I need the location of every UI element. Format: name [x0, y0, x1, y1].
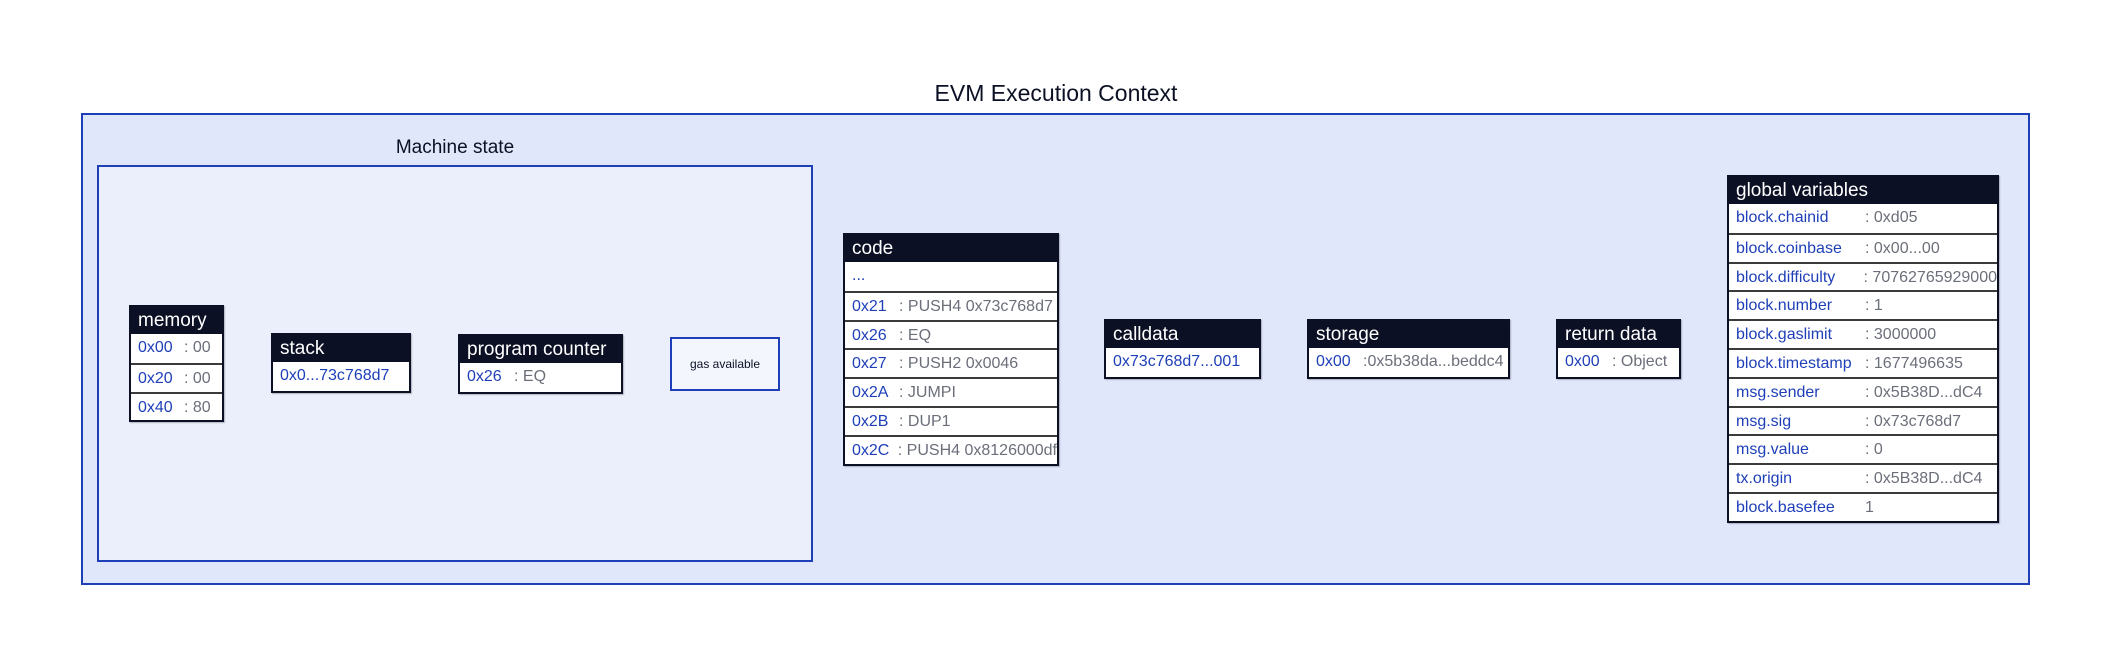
global-variable-row: block.number : 1 [1729, 290, 1997, 319]
global-variable-value: : 3000000 [1865, 326, 1937, 344]
storage-row: 0x00 :0x5b38da...beddc4 [1309, 348, 1508, 377]
code-row: 0x2C : PUSH4 0x8126000df [845, 434, 1057, 464]
program-counter-key: 0x26 [467, 368, 502, 385]
global-variable-row: block.difficulty : 70762765929000 [1729, 261, 1997, 291]
memory-value: : 00 [184, 339, 211, 356]
global-variable-key: block.difficulty [1736, 268, 1836, 286]
diagram-title: EVM Execution Context [934, 80, 1178, 106]
code-key: ... [852, 267, 866, 284]
code-value: : PUSH2 0x0046 [899, 355, 1019, 373]
gas-available-node: gas available [670, 337, 780, 391]
return-data-value: : Object [1612, 353, 1668, 370]
global-variable-key: msg.value [1736, 441, 1809, 459]
global-variable-value: : 0x5B38D...dC4 [1865, 470, 1983, 488]
program-counter-table: program counter 0x26 : EQ [458, 334, 623, 394]
return-data-table: return data 0x00 : Object [1556, 319, 1681, 379]
code-key: 0x2A [852, 384, 889, 402]
global-variable-value: : 0x5B38D...dC4 [1865, 383, 1983, 401]
calldata-row: 0x73c768d7...001 [1106, 348, 1259, 377]
program-counter-header: program counter [460, 336, 621, 363]
global-variables-header: global variables [1729, 177, 1997, 204]
code-value: : PUSH4 0x73c768d7 [899, 297, 1053, 315]
program-counter-value: : EQ [514, 368, 547, 385]
code-row: 0x26 : EQ [845, 319, 1057, 349]
code-key: 0x2C [852, 441, 890, 459]
global-variable-key: block.coinbase [1736, 239, 1842, 257]
return-data-header: return data [1558, 321, 1679, 348]
storage-value: :0x5b38da...beddc4 [1363, 353, 1504, 370]
return-data-row: 0x00 : Object [1558, 348, 1679, 377]
return-data-key: 0x00 [1565, 353, 1600, 370]
storage-header: storage [1309, 321, 1508, 348]
stack-table: stack 0x0...73c768d7 [271, 333, 411, 393]
global-variable-key: block.timestamp [1736, 354, 1852, 372]
global-variable-value: 1 [1865, 498, 1874, 516]
memory-key: 0x40 [138, 398, 173, 416]
code-row: 0x21 : PUSH4 0x73c768d7 [845, 290, 1057, 320]
machine-state-title: Machine state [395, 137, 515, 158]
memory-row: 0x00 : 00 [131, 334, 222, 363]
global-variable-row: block.basefee 1 [1729, 491, 1997, 521]
code-table: code ... 0x21 : PUSH4 0x73c768d7 0x26 : … [843, 233, 1059, 466]
global-variables-table: global variables block.chainid : 0xd05 b… [1727, 175, 1999, 523]
global-variable-key: block.basefee [1736, 498, 1835, 516]
calldata-table: calldata 0x73c768d7...001 [1104, 319, 1261, 379]
global-variable-row: block.timestamp : 1677496635 [1729, 347, 1997, 377]
calldata-value: 0x73c768d7...001 [1113, 353, 1241, 370]
memory-row: 0x40 : 80 [131, 391, 222, 421]
global-variable-key: msg.sender [1736, 383, 1820, 401]
global-variable-key: block.gaslimit [1736, 326, 1833, 344]
global-variable-value: : 0x73c768d7 [1865, 412, 1962, 430]
global-variable-value: : 1 [1865, 297, 1883, 315]
memory-key: 0x00 [138, 339, 173, 356]
code-key: 0x26 [852, 326, 887, 344]
memory-row: 0x20 : 00 [131, 362, 222, 392]
global-variable-row: block.coinbase : 0x00...00 [1729, 232, 1997, 262]
global-variable-value: : 0x00...00 [1865, 239, 1940, 257]
code-value: : EQ [899, 326, 932, 344]
program-counter-row: 0x26 : EQ [460, 363, 621, 392]
code-row: 0x2A : JUMPI [845, 377, 1057, 406]
code-key: 0x2B [852, 412, 889, 430]
memory-value: : 00 [184, 369, 211, 387]
calldata-header: calldata [1106, 321, 1259, 348]
storage-key: 0x00 [1316, 353, 1351, 370]
code-row: 0x2B : DUP1 [845, 405, 1057, 435]
global-variable-key: tx.origin [1736, 470, 1793, 488]
memory-key: 0x20 [138, 369, 173, 387]
global-variable-value: : 0 [1865, 441, 1883, 459]
stack-header: stack [273, 335, 409, 362]
code-value: : JUMPI [899, 384, 956, 402]
global-variable-value: : 70762765929000 [1863, 268, 1997, 286]
code-header: code [845, 235, 1057, 262]
global-variable-row: tx.origin : 0x5B38D...dC4 [1729, 463, 1997, 492]
global-variable-key: block.chainid [1736, 209, 1829, 226]
memory-header: memory [131, 307, 222, 334]
code-row: 0x27 : PUSH2 0x0046 [845, 348, 1057, 377]
stack-row: 0x0...73c768d7 [273, 362, 409, 391]
memory-table: memory 0x00 : 00 0x20 : 00 0x40 : 80 [129, 305, 224, 423]
code-value: : PUSH4 0x8126000df [897, 441, 1057, 459]
global-variable-key: msg.sig [1736, 412, 1792, 430]
global-variable-row: block.gaslimit : 3000000 [1729, 319, 1997, 348]
global-variable-row: msg.sig : 0x73c768d7 [1729, 405, 1997, 435]
memory-value: : 80 [184, 398, 211, 416]
code-key: 0x21 [852, 297, 887, 315]
code-key: 0x27 [852, 355, 887, 373]
global-variable-row: msg.sender : 0x5B38D...dC4 [1729, 376, 1997, 406]
global-variable-row: block.chainid : 0xd05 [1729, 204, 1997, 233]
global-variable-row: msg.value : 0 [1729, 434, 1997, 463]
stack-value: 0x0...73c768d7 [280, 367, 390, 384]
code-value: : DUP1 [899, 412, 951, 430]
global-variable-value: : 1677496635 [1865, 354, 1963, 372]
code-row: ... [845, 262, 1057, 291]
global-variable-value: : 0xd05 [1865, 209, 1918, 226]
global-variable-key: block.number [1736, 297, 1833, 315]
storage-table: storage 0x00 :0x5b38da...beddc4 [1307, 319, 1510, 379]
